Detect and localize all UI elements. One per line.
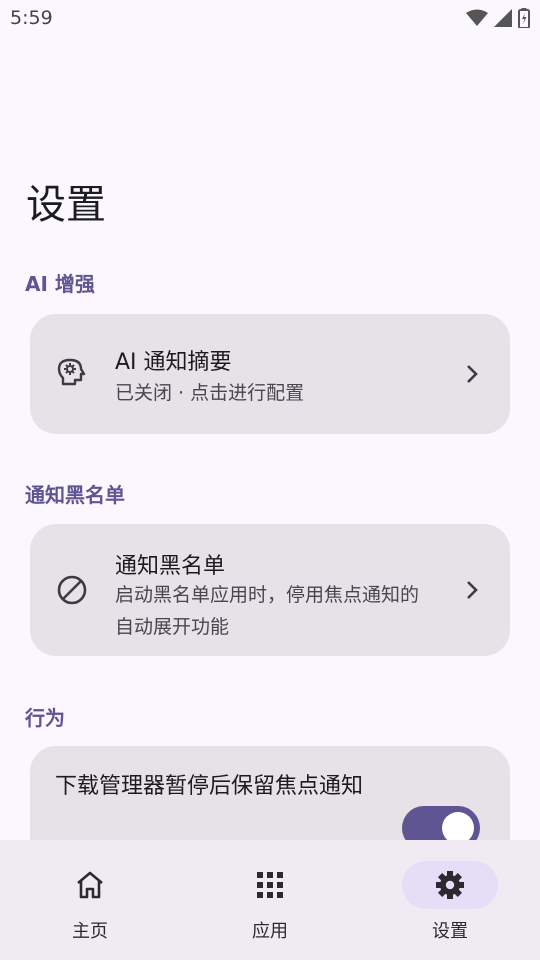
ai-summary-title: AI 通知摘要 [115, 350, 232, 375]
signal-icon [494, 9, 512, 27]
section-label-ai: AI 增强 [25, 272, 95, 296]
nav-icon-container [402, 861, 498, 909]
ai-brain-icon [57, 358, 86, 386]
keep-focus-notification-title: 下载管理器暂停后保留焦点通知 [55, 774, 364, 799]
nav-item-settings[interactable]: 设置 [360, 840, 540, 960]
nav-label-home: 主页 [72, 921, 108, 942]
status-icons [466, 8, 530, 28]
status-time: 5:59 [10, 7, 53, 29]
battery-icon [518, 8, 530, 28]
nav-label-apps: 应用 [252, 921, 288, 942]
ai-summary-subtitle: 已关闭 · 点击进行配置 [115, 382, 305, 404]
block-icon [57, 575, 87, 605]
nav-label-settings: 设置 [432, 921, 468, 942]
ai-summary-card[interactable]: AI 通知摘要 已关闭 · 点击进行配置 [30, 314, 510, 434]
chevron-right-icon [467, 581, 478, 599]
nav-item-home[interactable]: 主页 [0, 840, 180, 960]
chevron-right-icon [467, 365, 478, 383]
status-bar: 5:59 [0, 0, 540, 36]
nav-icon-container [42, 861, 138, 909]
page-title: 设置 [26, 182, 106, 228]
wifi-icon [466, 9, 488, 26]
blacklist-title: 通知黑名单 [115, 554, 226, 579]
section-label-blacklist: 通知黑名单 [25, 483, 125, 507]
blacklist-card[interactable]: 通知黑名单 启动黑名单应用时，停用焦点通知的自动展开功能 [30, 524, 510, 656]
gear-icon [436, 871, 464, 899]
blacklist-subtitle: 启动黑名单应用时，停用焦点通知的自动展开功能 [115, 584, 420, 638]
nav-icon-container [222, 861, 318, 909]
section-label-behavior: 行为 [25, 706, 65, 730]
apps-grid-icon [257, 872, 283, 898]
home-icon [77, 871, 103, 899]
nav-item-apps[interactable]: 应用 [180, 840, 360, 960]
bottom-navigation: 主页 应用 设置 [0, 840, 540, 960]
